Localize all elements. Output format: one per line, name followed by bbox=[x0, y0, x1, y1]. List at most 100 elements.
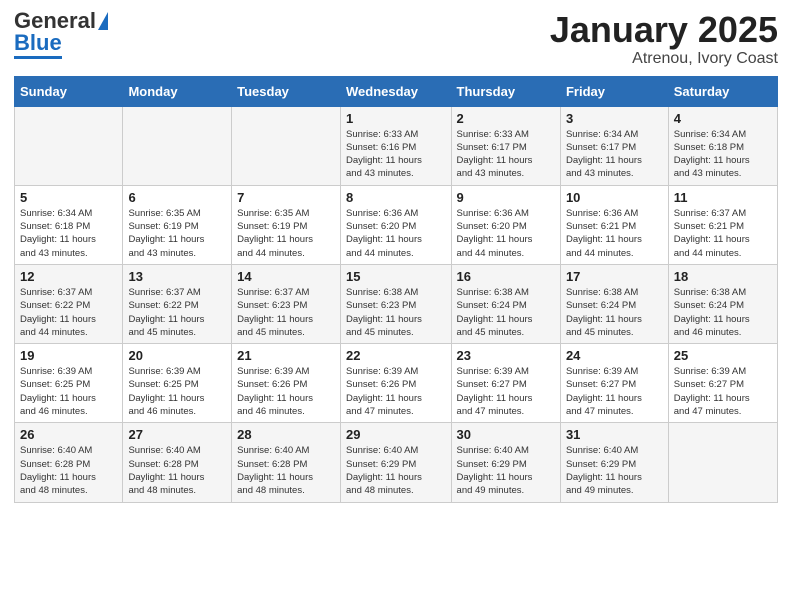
day-cell: 16 Sunrise: 6:38 AM Sunset: 6:24 PM Dayli… bbox=[451, 264, 560, 343]
day-cell: 26 Sunrise: 6:40 AM Sunset: 6:28 PM Dayli… bbox=[15, 423, 123, 502]
day-info: Sunrise: 6:33 AM Sunset: 6:17 PM Dayligh… bbox=[457, 128, 555, 181]
day-cell: 31 Sunrise: 6:40 AM Sunset: 6:29 PM Dayli… bbox=[560, 423, 668, 502]
day-cell: 10Sunrise: 6:36 AM Sunset: 6:21 PM Dayli… bbox=[560, 185, 668, 264]
day-info: Sunrise: 6:39 AM Sunset: 6:26 PM Dayligh… bbox=[237, 365, 335, 418]
day-info: Sunrise: 6:40 AM Sunset: 6:28 PM Dayligh… bbox=[237, 444, 335, 497]
day-info: Sunrise: 6:39 AM Sunset: 6:27 PM Dayligh… bbox=[674, 365, 772, 418]
day-number: 4 bbox=[674, 111, 772, 126]
day-info: Sunrise: 6:38 AM Sunset: 6:23 PM Dayligh… bbox=[346, 286, 446, 339]
day-cell: 23Sunrise: 6:39 AM Sunset: 6:27 PM Dayli… bbox=[451, 344, 560, 423]
day-info: Sunrise: 6:35 AM Sunset: 6:19 PM Dayligh… bbox=[237, 207, 335, 260]
day-number: 20 bbox=[128, 348, 226, 363]
day-number: 22 bbox=[346, 348, 446, 363]
logo: General Blue bbox=[14, 10, 108, 59]
day-cell: 14 Sunrise: 6:37 AM Sunset: 6:23 PM Dayli… bbox=[232, 264, 341, 343]
day-number: 10 bbox=[566, 190, 663, 205]
col-header-tuesday: Tuesday bbox=[232, 76, 341, 106]
day-info: Sunrise: 6:39 AM Sunset: 6:27 PM Dayligh… bbox=[566, 365, 663, 418]
day-info: Sunrise: 6:37 AM Sunset: 6:22 PM Dayligh… bbox=[128, 286, 226, 339]
day-cell: 21 Sunrise: 6:39 AM Sunset: 6:26 PM Dayli… bbox=[232, 344, 341, 423]
day-cell: 25 Sunrise: 6:39 AM Sunset: 6:27 PM Dayli… bbox=[668, 344, 777, 423]
day-info: Sunrise: 6:40 AM Sunset: 6:29 PM Dayligh… bbox=[566, 444, 663, 497]
day-cell: 13 Sunrise: 6:37 AM Sunset: 6:22 PM Dayli… bbox=[123, 264, 232, 343]
day-cell: 3Sunrise: 6:34 AM Sunset: 6:17 PM Daylig… bbox=[560, 106, 668, 185]
day-number: 16 bbox=[457, 269, 555, 284]
day-cell: 22 Sunrise: 6:39 AM Sunset: 6:26 PM Dayli… bbox=[341, 344, 452, 423]
day-info: Sunrise: 6:40 AM Sunset: 6:29 PM Dayligh… bbox=[457, 444, 555, 497]
day-cell bbox=[15, 106, 123, 185]
page: General Blue January 2025 Atrenou, Ivory… bbox=[0, 0, 792, 612]
col-header-monday: Monday bbox=[123, 76, 232, 106]
header-row: SundayMondayTuesdayWednesdayThursdayFrid… bbox=[15, 76, 778, 106]
day-number: 28 bbox=[237, 427, 335, 442]
day-number: 17 bbox=[566, 269, 663, 284]
calendar-table: SundayMondayTuesdayWednesdayThursdayFrid… bbox=[14, 76, 778, 503]
col-header-friday: Friday bbox=[560, 76, 668, 106]
month-title: January 2025 bbox=[550, 10, 778, 50]
day-number: 25 bbox=[674, 348, 772, 363]
day-info: Sunrise: 6:34 AM Sunset: 6:18 PM Dayligh… bbox=[674, 128, 772, 181]
header: General Blue January 2025 Atrenou, Ivory… bbox=[14, 10, 778, 68]
day-cell: 28 Sunrise: 6:40 AM Sunset: 6:28 PM Dayli… bbox=[232, 423, 341, 502]
day-info: Sunrise: 6:40 AM Sunset: 6:29 PM Dayligh… bbox=[346, 444, 446, 497]
day-number: 6 bbox=[128, 190, 226, 205]
day-cell: 12 Sunrise: 6:37 AM Sunset: 6:22 PM Dayli… bbox=[15, 264, 123, 343]
day-cell: 30 Sunrise: 6:40 AM Sunset: 6:29 PM Dayli… bbox=[451, 423, 560, 502]
day-cell: 24Sunrise: 6:39 AM Sunset: 6:27 PM Dayli… bbox=[560, 344, 668, 423]
logo-blue-text: Blue bbox=[14, 32, 62, 54]
week-row-3: 12 Sunrise: 6:37 AM Sunset: 6:22 PM Dayli… bbox=[15, 264, 778, 343]
day-number: 18 bbox=[674, 269, 772, 284]
day-cell: 1Sunrise: 6:33 AM Sunset: 6:16 PM Daylig… bbox=[341, 106, 452, 185]
day-cell: 15 Sunrise: 6:38 AM Sunset: 6:23 PM Dayli… bbox=[341, 264, 452, 343]
col-header-saturday: Saturday bbox=[668, 76, 777, 106]
day-cell: 18 Sunrise: 6:38 AM Sunset: 6:24 PM Dayli… bbox=[668, 264, 777, 343]
day-number: 11 bbox=[674, 190, 772, 205]
day-number: 31 bbox=[566, 427, 663, 442]
title-block: January 2025 Atrenou, Ivory Coast bbox=[550, 10, 778, 68]
day-info: Sunrise: 6:40 AM Sunset: 6:28 PM Dayligh… bbox=[20, 444, 117, 497]
day-info: Sunrise: 6:38 AM Sunset: 6:24 PM Dayligh… bbox=[566, 286, 663, 339]
day-number: 26 bbox=[20, 427, 117, 442]
day-cell: 17 Sunrise: 6:38 AM Sunset: 6:24 PM Dayli… bbox=[560, 264, 668, 343]
day-number: 19 bbox=[20, 348, 117, 363]
day-info: Sunrise: 6:40 AM Sunset: 6:28 PM Dayligh… bbox=[128, 444, 226, 497]
logo-underline bbox=[14, 56, 62, 59]
day-number: 13 bbox=[128, 269, 226, 284]
day-cell bbox=[123, 106, 232, 185]
day-cell: 27 Sunrise: 6:40 AM Sunset: 6:28 PM Dayli… bbox=[123, 423, 232, 502]
week-row-4: 19 Sunrise: 6:39 AM Sunset: 6:25 PM Dayli… bbox=[15, 344, 778, 423]
day-number: 27 bbox=[128, 427, 226, 442]
day-info: Sunrise: 6:39 AM Sunset: 6:27 PM Dayligh… bbox=[457, 365, 555, 418]
day-number: 15 bbox=[346, 269, 446, 284]
day-info: Sunrise: 6:39 AM Sunset: 6:25 PM Dayligh… bbox=[128, 365, 226, 418]
day-info: Sunrise: 6:36 AM Sunset: 6:20 PM Dayligh… bbox=[457, 207, 555, 260]
day-info: Sunrise: 6:37 AM Sunset: 6:22 PM Dayligh… bbox=[20, 286, 117, 339]
day-cell: 9 Sunrise: 6:36 AM Sunset: 6:20 PM Daylig… bbox=[451, 185, 560, 264]
day-cell: 5 Sunrise: 6:34 AM Sunset: 6:18 PM Daylig… bbox=[15, 185, 123, 264]
day-cell: 19Sunrise: 6:39 AM Sunset: 6:25 PM Dayli… bbox=[15, 344, 123, 423]
day-number: 21 bbox=[237, 348, 335, 363]
day-info: Sunrise: 6:36 AM Sunset: 6:20 PM Dayligh… bbox=[346, 207, 446, 260]
day-number: 12 bbox=[20, 269, 117, 284]
col-header-wednesday: Wednesday bbox=[341, 76, 452, 106]
day-info: Sunrise: 6:34 AM Sunset: 6:17 PM Dayligh… bbox=[566, 128, 663, 181]
day-info: Sunrise: 6:38 AM Sunset: 6:24 PM Dayligh… bbox=[674, 286, 772, 339]
week-row-5: 26 Sunrise: 6:40 AM Sunset: 6:28 PM Dayli… bbox=[15, 423, 778, 502]
day-cell: 8 Sunrise: 6:36 AM Sunset: 6:20 PM Daylig… bbox=[341, 185, 452, 264]
day-number: 14 bbox=[237, 269, 335, 284]
day-info: Sunrise: 6:38 AM Sunset: 6:24 PM Dayligh… bbox=[457, 286, 555, 339]
day-number: 29 bbox=[346, 427, 446, 442]
day-info: Sunrise: 6:34 AM Sunset: 6:18 PM Dayligh… bbox=[20, 207, 117, 260]
day-number: 1 bbox=[346, 111, 446, 126]
day-cell bbox=[668, 423, 777, 502]
day-number: 9 bbox=[457, 190, 555, 205]
logo-triangle-icon bbox=[98, 12, 108, 30]
day-number: 8 bbox=[346, 190, 446, 205]
day-number: 5 bbox=[20, 190, 117, 205]
day-number: 30 bbox=[457, 427, 555, 442]
day-info: Sunrise: 6:39 AM Sunset: 6:26 PM Dayligh… bbox=[346, 365, 446, 418]
day-info: Sunrise: 6:37 AM Sunset: 6:21 PM Dayligh… bbox=[674, 207, 772, 260]
col-header-thursday: Thursday bbox=[451, 76, 560, 106]
day-cell: 11 Sunrise: 6:37 AM Sunset: 6:21 PM Dayli… bbox=[668, 185, 777, 264]
day-info: Sunrise: 6:37 AM Sunset: 6:23 PM Dayligh… bbox=[237, 286, 335, 339]
